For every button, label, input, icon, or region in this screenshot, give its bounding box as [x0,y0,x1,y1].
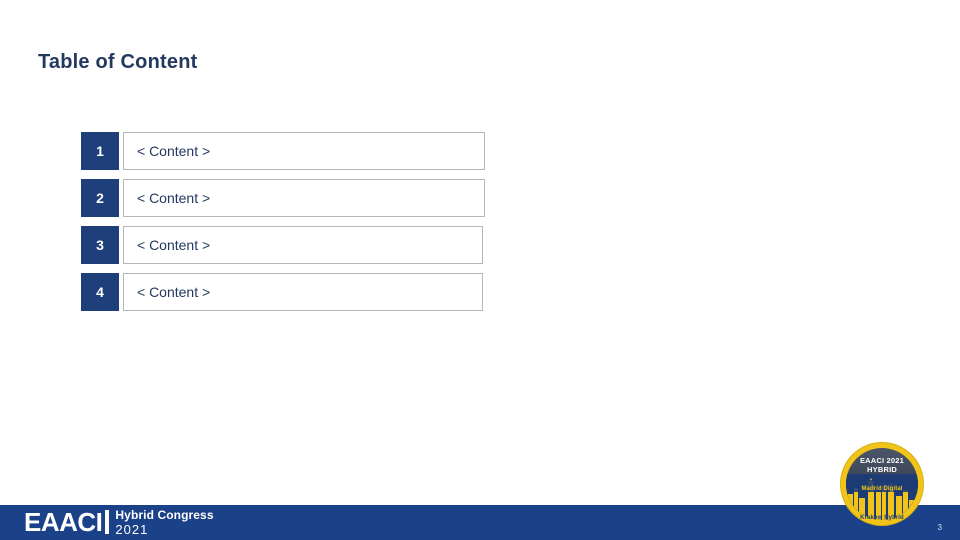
logo-divider [105,510,110,534]
table-of-content-list: 1 < Content > 2 < Content > 3 < Content … [81,132,485,320]
badge-madrid-label: Madrid Digital [861,486,903,492]
page-title: Table of Content [38,51,198,73]
toc-item-number: 4 [81,273,119,311]
eaaci-logo: EAACI Hybrid Congress 2021 [24,508,214,536]
logo-year-label: 2021 [115,521,149,537]
list-item[interactable]: 1 < Content > [81,132,485,170]
toc-item-text[interactable]: < Content > [123,132,485,170]
list-item[interactable]: 2 < Content > [81,179,485,217]
logo-congress-label: Hybrid Congress [115,507,214,522]
page-number: 3 [937,523,942,532]
list-item[interactable]: 3 < Content > [81,226,485,264]
list-item[interactable]: 4 < Content > [81,273,485,311]
badge-inner-disc: EAACI 2021 HYBRID Madrid Digital [846,448,918,520]
toc-item-number: 3 [81,226,119,264]
skyline-icon [846,474,918,520]
toc-item-number: 2 [81,179,119,217]
badge-title: EAACI 2021 [859,456,905,465]
toc-item-number: 1 [81,132,119,170]
toc-item-text[interactable]: < Content > [123,226,483,264]
toc-item-text[interactable]: < Content > [123,179,485,217]
badge-subtitle: HYBRID [867,465,897,474]
badge-krakow-label: Krakow Hybrid [860,515,904,521]
toc-item-text[interactable]: < Content > [123,273,483,311]
congress-badge: EAACI 2021 HYBRID Madrid Digital Krakow … [841,443,923,525]
logo-text-block: Hybrid Congress 2021 [115,509,213,536]
footer-bar: EAACI Hybrid Congress 2021 3 [0,505,960,540]
eaaci-logo-wordmark: EAACI [24,507,103,537]
